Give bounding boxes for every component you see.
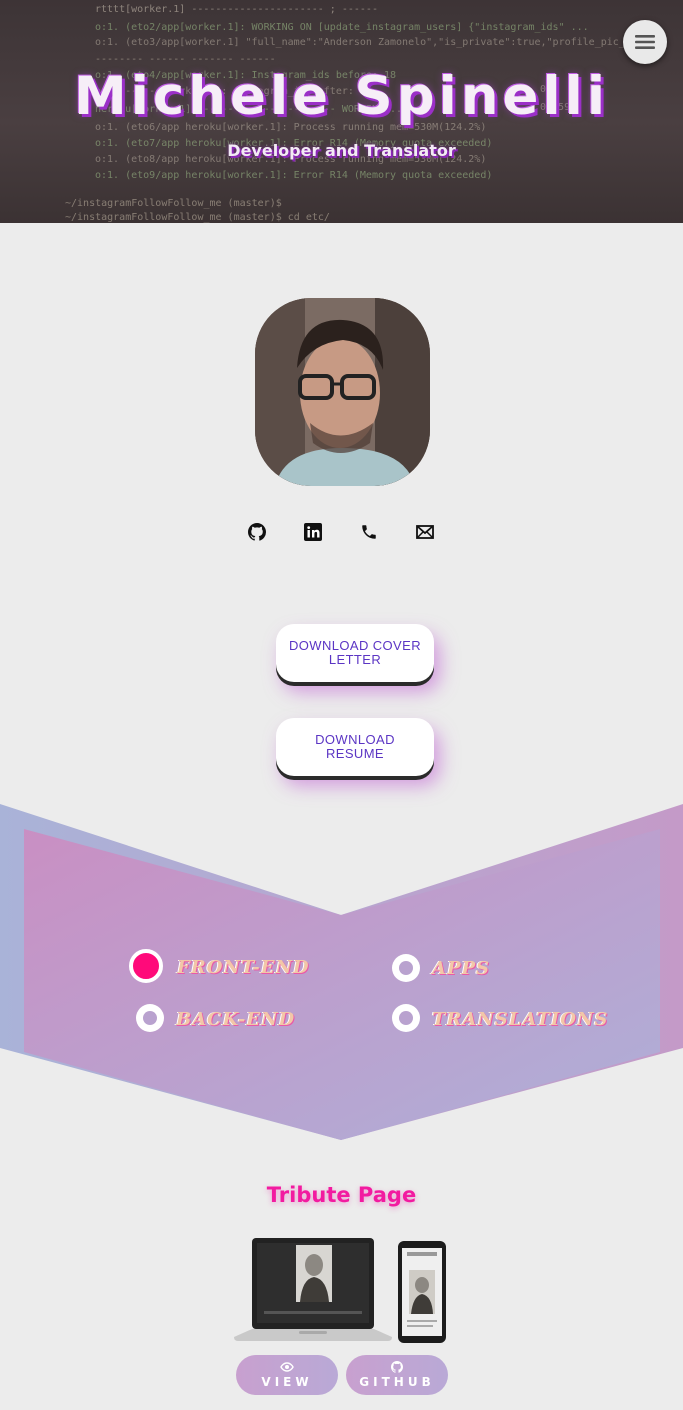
view-button[interactable]: VIEW <box>236 1355 338 1395</box>
page-subtitle: Developer and Translator <box>227 141 456 160</box>
avatar-photo <box>255 298 430 486</box>
phone-preview <box>398 1241 446 1343</box>
filter-label-back-end[interactable]: BACK-END <box>176 1009 295 1030</box>
linkedin-icon <box>304 523 322 541</box>
svg-text:~/instagramFollowFollow_me (ma: ~/instagramFollowFollow_me (master)$ cd … <box>65 212 330 223</box>
avatar <box>255 298 430 486</box>
project-title: Tribute Page <box>266 1183 417 1207</box>
github-icon <box>391 1361 403 1373</box>
laptop-preview <box>234 1238 392 1341</box>
filter-radio-translations[interactable] <box>392 1004 420 1032</box>
svg-text:~/instagramFollowFollow_me (ma: ~/instagramFollowFollow_me (master)$ <box>65 198 282 209</box>
svg-text:o:1. (eto2/app[worker.1]: WORK: o:1. (eto2/app[worker.1]: WORKING ON [up… <box>95 22 589 33</box>
phone-icon <box>362 525 376 539</box>
hamburger-icon <box>635 35 655 49</box>
filter-radio-front-end[interactable] <box>129 949 163 983</box>
hero-header: rtttt[worker.1] ---------------------- ;… <box>0 0 683 223</box>
filter-label-front-end[interactable]: FRONT-END <box>177 957 310 978</box>
email-icon <box>416 525 434 539</box>
filter-radio-apps[interactable] <box>392 954 420 982</box>
filter-band <box>0 804 683 1140</box>
view-label: VIEW <box>261 1375 313 1389</box>
github-link[interactable] <box>247 522 267 542</box>
github-button[interactable]: GITHUB <box>346 1355 448 1395</box>
page-title: Michele Spinelli <box>73 66 610 127</box>
filter-label-translations[interactable]: TRANSLATIONS <box>432 1009 608 1030</box>
github-label: GITHUB <box>359 1375 435 1389</box>
filter-label-apps[interactable]: APPS <box>432 958 490 979</box>
phone-link[interactable] <box>359 522 379 542</box>
linkedin-link[interactable] <box>303 522 323 542</box>
svg-text:o:1. (eto3/app[worker.1] "full: o:1. (eto3/app[worker.1] "full_name":"An… <box>95 37 667 48</box>
github-icon <box>248 523 266 541</box>
menu-button[interactable] <box>623 20 667 64</box>
download-resume-button[interactable]: DOWNLOAD RESUME <box>276 718 434 776</box>
filter-radio-back-end[interactable] <box>136 1004 164 1032</box>
download-cover-letter-button[interactable]: DOWNLOAD COVER LETTER <box>276 624 434 682</box>
svg-text:rtttt[worker.1] --------------: rtttt[worker.1] ---------------------- ;… <box>95 4 378 15</box>
svg-text:-------- ------ ------- ------: -------- ------ ------- ------ <box>95 54 276 65</box>
eye-icon <box>280 1362 294 1372</box>
svg-text:o:1. (eto9/app heroku[worker.1: o:1. (eto9/app heroku[worker.1]: Error R… <box>95 170 492 181</box>
email-link[interactable] <box>415 522 435 542</box>
